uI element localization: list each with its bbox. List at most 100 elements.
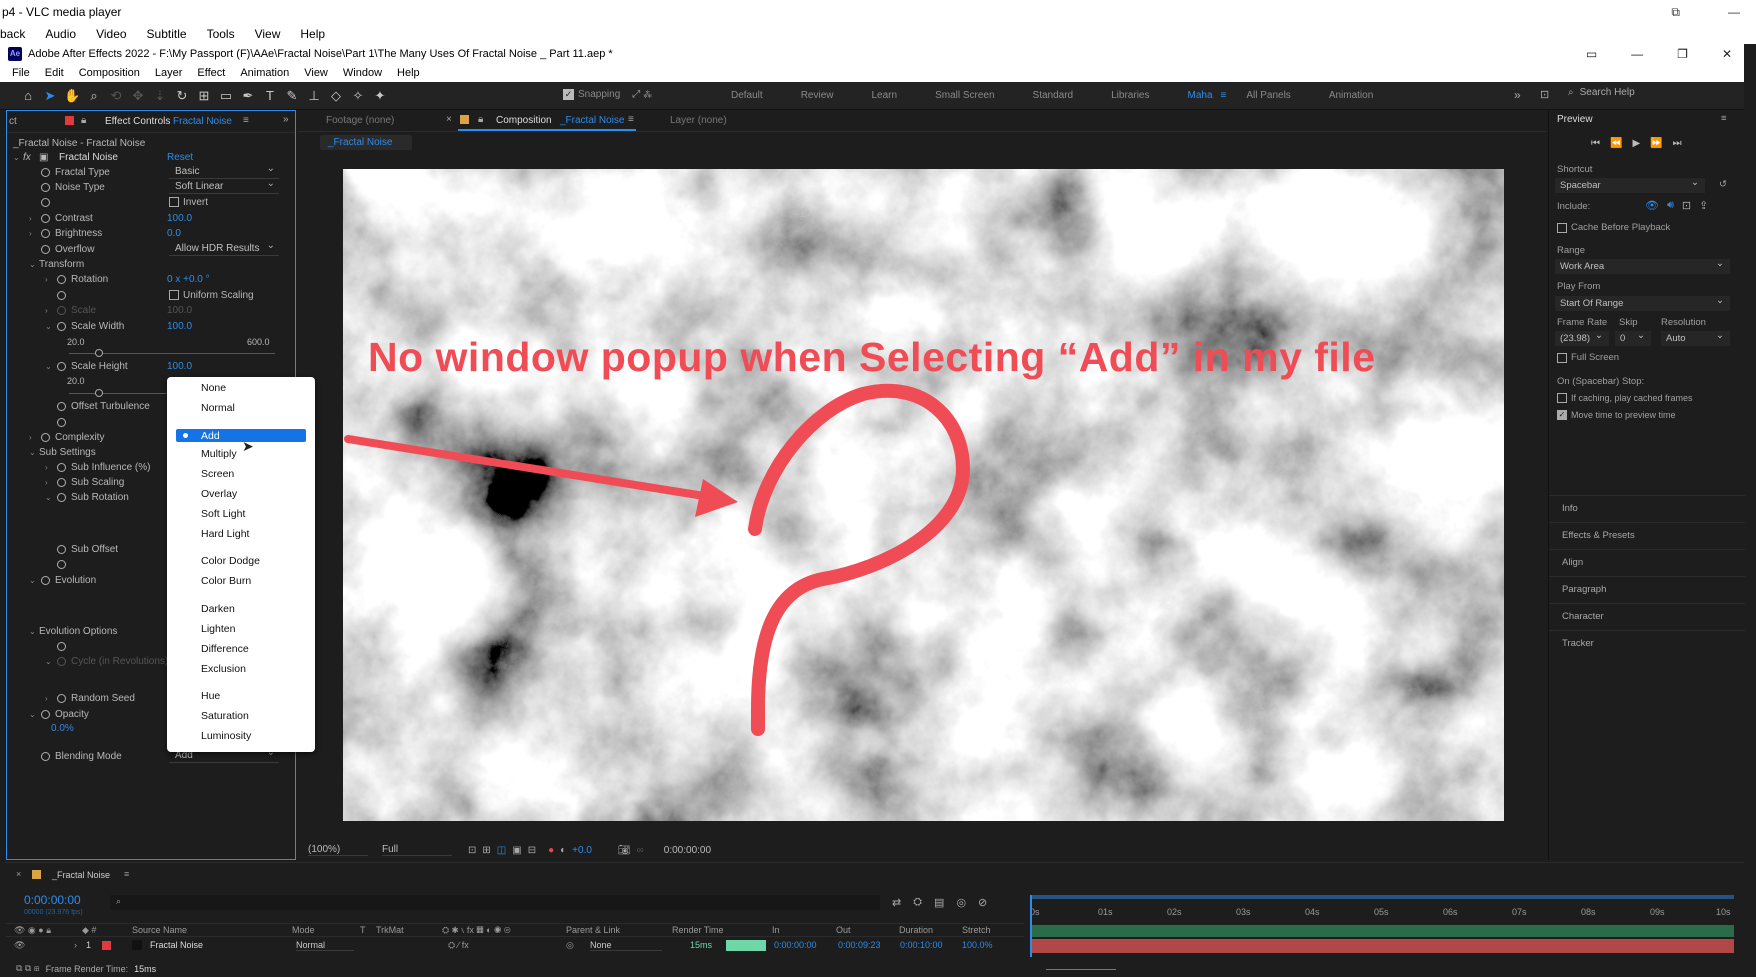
stopwatch-icon[interactable] — [41, 229, 50, 238]
stopwatch-icon[interactable] — [57, 362, 66, 371]
mask-visibility-icon[interactable]: ◫ — [497, 845, 506, 856]
graph-editor-icon[interactable]: ⊘ — [978, 896, 987, 909]
eraser-tool-icon[interactable]: ◇ — [328, 88, 344, 104]
close-tab-icon[interactable]: × — [16, 869, 21, 879]
scale-height-value[interactable]: 100.0 — [167, 359, 192, 374]
time-ruler[interactable]: 0s 01s 02s 03s 04s 05s 06s 07s 08s 09s 1… — [1030, 893, 1734, 923]
twirl-right-icon[interactable]: › — [74, 940, 77, 950]
current-time-indicator[interactable] — [1030, 895, 1032, 957]
menu-item-normal[interactable]: Normal — [201, 401, 235, 415]
composition-navigator-icon[interactable]: ⇄ — [892, 896, 901, 909]
type-tool-icon[interactable]: T — [262, 88, 278, 104]
comp-breadcrumb[interactable]: _Fractal Noise — [320, 135, 412, 150]
menu-item-lighten[interactable]: Lighten — [201, 622, 235, 636]
color-channels-icon[interactable]: ● — [548, 845, 554, 856]
snap-options-icon[interactable]: ⤢ ⁂ — [632, 89, 652, 100]
menu-window[interactable]: Window — [343, 67, 382, 79]
expand-panel-icon[interactable]: » — [283, 114, 289, 125]
menu-item-add[interactable]: Add — [176, 429, 306, 442]
scale-height-slider-track[interactable] — [69, 393, 169, 394]
roto-brush-icon[interactable]: ✧ — [350, 88, 366, 104]
col-t[interactable]: T — [360, 925, 366, 935]
show-snapshot-icon[interactable]: ∞ — [637, 845, 644, 856]
menu-item-none[interactable]: None — [201, 381, 226, 395]
section-character[interactable]: Character — [1549, 603, 1745, 629]
twirl-right-icon[interactable]: › — [45, 272, 48, 287]
menu-animation[interactable]: Animation — [240, 67, 289, 79]
dolly-tool-icon[interactable]: ⇣ — [152, 88, 168, 104]
stopwatch-icon[interactable] — [57, 694, 66, 703]
move-time-checkbox[interactable]: ✓ — [1557, 410, 1567, 420]
menu-item-darken[interactable]: Darken — [201, 602, 235, 616]
layer-duration-bar[interactable] — [1030, 939, 1734, 953]
menu-effect[interactable]: Effect — [197, 67, 225, 79]
panel-menu-icon[interactable]: ≡ — [1721, 113, 1727, 124]
stopwatch-icon[interactable] — [57, 545, 66, 554]
stopwatch-icon[interactable] — [57, 418, 66, 427]
twirl-right-icon[interactable]: › — [45, 475, 48, 490]
play-from-dropdown[interactable]: Start Of Range — [1555, 293, 1730, 311]
menu-edit[interactable]: Edit — [45, 67, 64, 79]
twirl-right-icon[interactable]: › — [29, 211, 32, 226]
menu-view[interactable]: View — [304, 67, 328, 79]
twirl-down-icon[interactable]: ⌄ — [29, 707, 36, 722]
noise-type-dropdown[interactable]: Soft Linear — [169, 177, 279, 194]
skip-dropdown[interactable]: 0 — [1615, 328, 1651, 346]
col-mode[interactable]: Mode — [292, 925, 315, 935]
previous-frame-icon[interactable]: ⏪ — [1610, 138, 1622, 149]
menu-item-screen[interactable]: Screen — [201, 467, 234, 481]
twirl-right-icon[interactable]: › — [45, 460, 48, 475]
rectangle-tool-icon[interactable]: ▭ — [218, 88, 234, 104]
menu-item-color-dodge[interactable]: Color Dodge — [201, 554, 260, 568]
close-tab-icon[interactable]: × — [446, 114, 452, 125]
twirl-down-icon[interactable]: ⌄ — [45, 359, 52, 374]
scale-width-value[interactable]: 100.0 — [167, 319, 192, 334]
stopwatch-icon[interactable] — [41, 752, 50, 761]
twirl-down-icon[interactable]: ⌄ — [13, 150, 20, 165]
layer-label-swatch[interactable] — [102, 941, 111, 950]
pen-tool-icon[interactable]: ✒ — [240, 88, 256, 104]
brightness-value[interactable]: 0.0 — [167, 226, 181, 241]
menu-item-hard-light[interactable]: Hard Light — [201, 527, 249, 541]
stopwatch-icon[interactable] — [57, 493, 66, 502]
twirl-down-icon[interactable]: ⌄ — [45, 319, 52, 334]
region-of-interest-icon[interactable]: ▣ — [512, 845, 521, 856]
col-source-name[interactable]: Source Name — [132, 925, 187, 935]
sync-settings-icon[interactable]: ⊡ — [1540, 88, 1549, 101]
timeline-timecode[interactable]: 0:00:00:00 — [24, 893, 81, 907]
twirl-down-icon[interactable]: ⌄ — [45, 490, 52, 505]
menu-composition[interactable]: Composition — [79, 67, 140, 79]
stopwatch-icon[interactable] — [57, 478, 66, 487]
zoom-dropdown[interactable]: (100%) — [308, 844, 368, 856]
panel-menu-icon[interactable]: ≡ — [124, 869, 129, 879]
menu-item-overlay[interactable]: Overlay — [201, 487, 237, 501]
menu-item-difference[interactable]: Difference — [201, 642, 249, 656]
menu-help[interactable]: Help — [397, 67, 420, 79]
fx-badge[interactable]: fx — [23, 150, 31, 165]
menu-layer[interactable]: Layer — [155, 67, 183, 79]
selection-tool-icon[interactable]: ➤ — [42, 88, 58, 104]
guides-icon[interactable]: ⊟ — [528, 845, 536, 856]
menu-file[interactable]: File — [12, 67, 30, 79]
eye-icon[interactable]: 👁︎ — [14, 940, 25, 951]
clone-stamp-icon[interactable]: ⊥ — [306, 88, 322, 104]
close-icon[interactable]: ✕ — [1722, 47, 1732, 61]
frame-blending-icon[interactable]: ▤ — [934, 896, 944, 909]
layer-tab[interactable]: Layer (none) — [670, 115, 727, 126]
menu-item-exclusion[interactable]: Exclusion — [201, 662, 246, 676]
workspace-libraries[interactable]: Libraries — [1111, 90, 1149, 101]
stopwatch-icon[interactable] — [41, 214, 50, 223]
snapping-toggle[interactable]: ✓ Snapping ⤢ ⁂ — [563, 89, 652, 100]
twirl-down-icon[interactable]: ⌄ — [29, 445, 36, 460]
range-dropdown[interactable]: Work Area — [1555, 256, 1730, 274]
col-out[interactable]: Out — [836, 925, 851, 935]
footage-tab[interactable]: Footage (none) — [326, 115, 394, 126]
twirl-right-icon[interactable]: › — [45, 691, 48, 706]
composition-tab-name[interactable]: _Fractal Noise — [560, 115, 624, 126]
layer-mode-dropdown[interactable]: Normal — [296, 940, 354, 951]
twirl-right-icon[interactable]: › — [29, 226, 32, 241]
timeline-zoom-slider[interactable] — [1046, 969, 1116, 970]
pickwhip-icon[interactable]: ◎ — [566, 940, 574, 951]
exposure-value[interactable]: +0.0 — [572, 845, 592, 856]
vlc-menu-playback[interactable]: back — [0, 27, 25, 41]
